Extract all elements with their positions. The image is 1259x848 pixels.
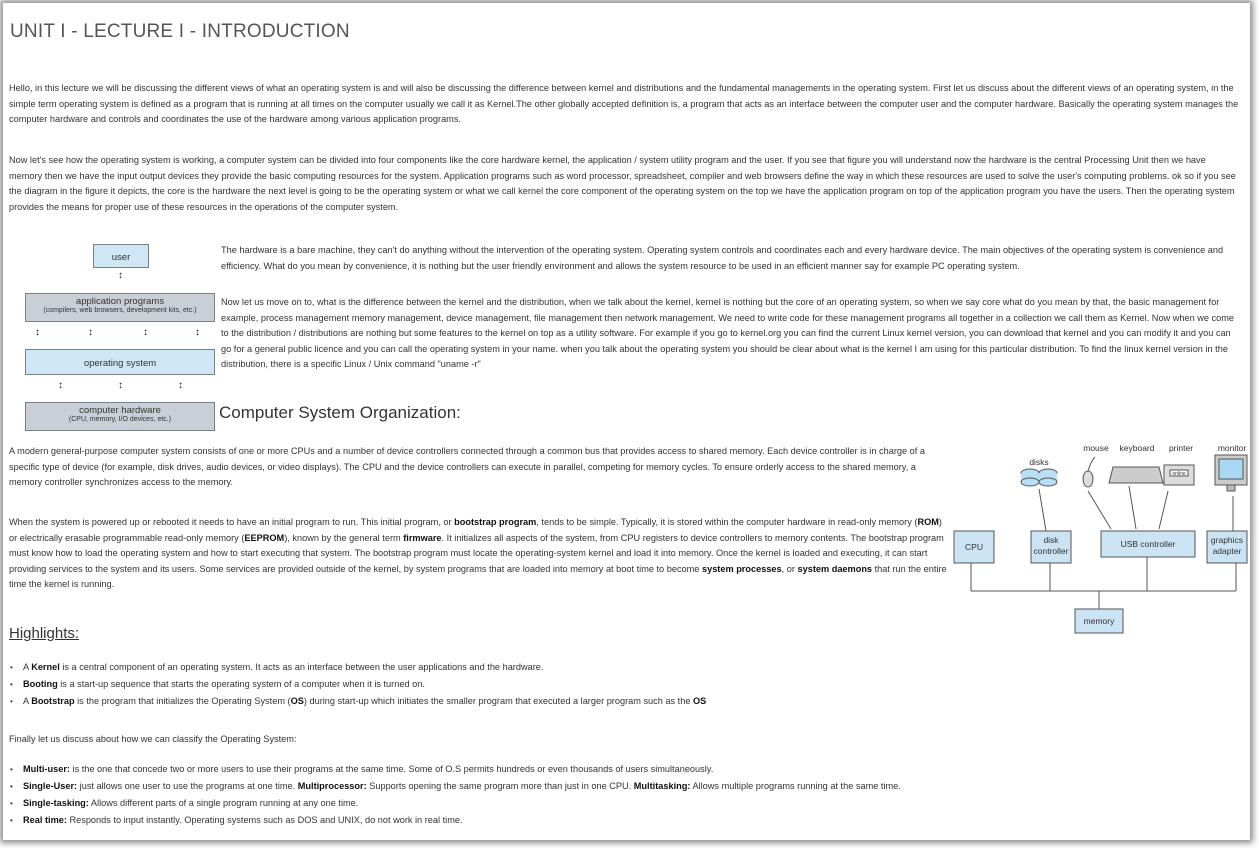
text-span: is a start-up sequence that starts the o… (57, 679, 425, 689)
classification-list: Multi-user: is the one that concede two … (9, 761, 901, 829)
os-layer-box: operating system (25, 349, 215, 375)
usb-controller-label: USB controller (1121, 539, 1176, 549)
bold-term: Single-User: (23, 781, 78, 791)
highlights-list: A Kernel is a central component of an op… (9, 659, 706, 710)
bold-term: Kernel (31, 662, 60, 672)
bold-term: ROM (917, 517, 939, 527)
bold-term: Multi-user: (23, 764, 70, 774)
bold-term: Multiprocessor: (297, 781, 367, 791)
bold-term: Bootstrap (31, 696, 75, 706)
arrow-icon: ↕ (178, 380, 183, 391)
cpu-label: CPU (965, 542, 983, 552)
os-layer-label: operating system (83, 358, 157, 369)
list-item: A Bootstrap is the program that initiali… (9, 693, 706, 710)
page-title: UNIT I - LECTURE I - INTRODUCTION (10, 21, 350, 42)
list-item: Booting is a start-up sequence that star… (9, 676, 706, 693)
text-span: Responds to input instantly. Operating s… (66, 815, 463, 825)
text-span: , or (781, 563, 798, 574)
list-item: Real time: Responds to input instantly. … (9, 812, 901, 829)
list-item: Single-User: just allows one user to use… (9, 778, 901, 795)
monitor-label: monitor (1218, 443, 1247, 453)
user-layer-box: user (93, 244, 149, 268)
disk-controller-label-1: disk (1043, 535, 1059, 545)
computer-organization-diagram: disks mouse keyboard printer monitor onl… (953, 443, 1248, 634)
text-span: ), known by the general term (284, 532, 404, 543)
mouse-icon (1082, 456, 1096, 488)
bold-term: bootstrap program (454, 517, 537, 527)
intro-paragraph: Hello, in this lecture we will be discus… (9, 83, 1239, 124)
text-span: is the one that concede two or more user… (69, 764, 714, 774)
arrow-icon: ↕ (143, 327, 148, 338)
bold-term: system processes (701, 563, 782, 574)
hardware-layer-sub: (CPU, memory, I/O devices, etc.) (68, 416, 172, 423)
text-span: Allows different parts of a single progr… (88, 798, 359, 808)
hardware-paragraph: The hardware is a bare machine, they can… (221, 245, 1224, 271)
mouse-label: mouse (1083, 443, 1109, 453)
arrow-icon: ↕ (88, 327, 93, 338)
user-layer-label: user (111, 252, 131, 263)
bold-term: Multitasking: (633, 781, 691, 791)
text-span: When the system is powered up or reboote… (9, 517, 455, 527)
components-paragraph: Now let's see how the operating system i… (9, 155, 1236, 212)
graphics-adapter-label-2: adapter (1213, 546, 1242, 556)
text-span: Allows multiple programs running at the … (690, 781, 901, 791)
arrow-icon: ↕ (195, 327, 200, 338)
disks-icon (1020, 468, 1058, 487)
keyboard-icon (1108, 466, 1164, 484)
bold-term: EEPROM (244, 532, 285, 543)
highlights-title: Highlights: (9, 625, 80, 642)
graphics-adapter-label-1: graphics (1211, 535, 1243, 545)
monitor-icon (1214, 454, 1248, 492)
list-item: Multi-user: is the one that concede two … (9, 761, 901, 778)
list-item: Single-tasking: Allows different parts o… (9, 795, 901, 812)
hardware-layer-box: computer hardware (CPU, memory, I/O devi… (25, 402, 215, 431)
organization-paragraph: A modern general-purpose computer system… (9, 446, 925, 487)
text-span: ) during start-up which initiates the sm… (303, 696, 693, 706)
section-title: Computer System Organization: (219, 403, 461, 422)
application-layer-label: application programs (75, 296, 165, 307)
bold-term: system daemons (797, 563, 873, 574)
bold-term: Single-tasking: (23, 798, 89, 808)
disk-controller-label-2: controller (1034, 546, 1069, 556)
text-span: is a central component of an operating s… (59, 662, 544, 672)
printer-screen-label: online (1172, 471, 1186, 477)
disks-label: disks (1029, 457, 1048, 467)
arrow-icon: ↕ (118, 380, 123, 391)
bold-term: Real time: (23, 815, 67, 825)
classification-intro: Finally let us discuss about how we can … (9, 734, 297, 744)
application-layer-box: application programs (compilers, web bro… (25, 293, 215, 322)
kernel-distribution-paragraph: Now let us move on to, what is the diffe… (221, 297, 1235, 369)
keyboard-label: keyboard (1120, 443, 1155, 453)
arrow-icon: ↕ (58, 380, 63, 391)
bootstrap-paragraph: When the system is powered up or reboote… (9, 515, 947, 593)
bold-term: firmware (403, 532, 442, 543)
bold-term: Booting (23, 679, 58, 689)
text-span: just allows one user to use the programs… (77, 781, 298, 791)
application-layer-sub: (compilers, web browsers, development ki… (43, 307, 197, 314)
text-span: , tends to be simple. Typically, it is s… (536, 517, 918, 527)
text-span: A (23, 662, 32, 672)
arrow-icon: ↕ (118, 270, 123, 281)
text-span: is the program that initializes the Oper… (74, 696, 291, 706)
bold-term: OS (693, 696, 707, 706)
hardware-layer-label: computer hardware (79, 405, 161, 416)
bold-term: OS (290, 696, 304, 706)
text-span: A (23, 696, 32, 706)
printer-label: printer (1169, 443, 1193, 453)
arrow-icon: ↕ (35, 327, 40, 338)
lecture-page: UNIT I - LECTURE I - INTRODUCTION Hello,… (3, 3, 1250, 840)
list-item: A Kernel is a central component of an op… (9, 659, 706, 676)
text-span: Supports opening the same program more t… (366, 781, 634, 791)
memory-label: memory (1084, 616, 1115, 626)
